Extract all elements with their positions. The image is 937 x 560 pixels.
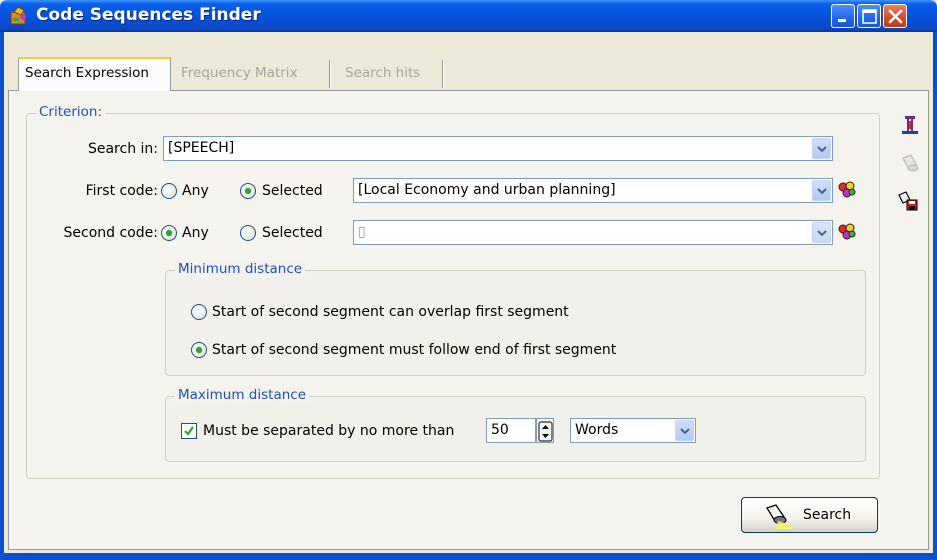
max-distance-unit-dropdown-button[interactable] <box>675 420 694 441</box>
search-in-value: [SPEECH] <box>168 140 235 156</box>
chevron-down-icon <box>680 428 690 435</box>
checkmark-icon <box>184 426 194 436</box>
tab-divider <box>442 60 444 88</box>
second-code-selected-radio[interactable] <box>240 225 256 241</box>
window-title: Code Sequences Finder <box>36 5 261 25</box>
first-code-selected-radio[interactable] <box>240 183 256 199</box>
app-icon <box>10 6 26 25</box>
search-in-combo[interactable]: [SPEECH] <box>163 136 833 161</box>
search-in-dropdown-button[interactable] <box>812 138 831 159</box>
window-frame-right <box>933 32 937 560</box>
color-codes-icon[interactable] <box>837 222 857 242</box>
tab-label: Frequency Matrix <box>181 65 298 81</box>
max-distance-unit-value: Words <box>575 422 619 438</box>
max-distance-checkbox-label: Must be separated by no more than <box>203 423 455 439</box>
minimum-distance-group: Minimum distance <box>165 261 866 376</box>
first-code-any-radio[interactable] <box>161 183 177 199</box>
second-code-selected-label: Selected <box>262 225 323 241</box>
minimize-button[interactable] <box>831 4 855 28</box>
tab-divider <box>329 60 331 88</box>
max-distance-unit-combo[interactable]: Words <box>570 418 696 443</box>
close-button[interactable] <box>883 4 907 28</box>
search-button[interactable]: Search <box>741 497 878 533</box>
max-distance-value: 50 <box>491 422 509 438</box>
tab-label: Search Expression <box>25 65 149 81</box>
chevron-down-icon <box>817 230 827 237</box>
minimize-icon <box>838 19 846 22</box>
first-code-value: [Local Economy and urban planning] <box>358 182 616 198</box>
max-distance-input[interactable]: 50 <box>486 418 536 443</box>
code-sequences-finder-window: Code Sequences Finder Search Expression … <box>0 0 937 560</box>
title-bar[interactable]: Code Sequences Finder <box>0 0 937 32</box>
chevron-down-icon <box>817 146 827 153</box>
min-distance-follow-radio[interactable] <box>191 342 207 358</box>
min-distance-overlap-label: Start of second segment can overlap firs… <box>212 304 569 320</box>
window-frame-left <box>0 32 4 560</box>
chevron-down-icon <box>817 188 827 195</box>
second-code-value: ▯ <box>358 224 366 240</box>
coded-segment-icon[interactable] <box>899 114 921 136</box>
spinner-icon <box>538 421 553 442</box>
second-code-any-radio[interactable] <box>161 225 177 241</box>
tab-frequency-matrix[interactable]: Frequency Matrix <box>175 59 325 90</box>
second-code-combo[interactable]: ▯ <box>353 220 833 245</box>
second-code-dropdown-button[interactable] <box>812 222 831 243</box>
min-distance-overlap-radio[interactable] <box>191 304 207 320</box>
search-button-label: Search <box>803 507 852 523</box>
maximize-icon <box>862 9 877 24</box>
maximize-button[interactable] <box>857 4 881 28</box>
window-frame-bottom <box>0 553 937 560</box>
search-in-label: Search in: <box>87 141 158 157</box>
second-code-any-label: Any <box>182 225 209 241</box>
second-code-label: Second code: <box>63 225 158 241</box>
criterion-group-label: Criterion: <box>36 104 105 120</box>
flashlight-save-icon[interactable] <box>897 190 919 212</box>
first-code-label: First code: <box>85 183 158 199</box>
min-distance-follow-label: Start of second segment must follow end … <box>212 342 617 358</box>
flashlight-icon <box>766 504 792 529</box>
flashlight-icon <box>902 154 919 172</box>
tab-search-hits[interactable]: Search hits <box>339 59 439 90</box>
first-code-dropdown-button[interactable] <box>812 180 831 201</box>
max-distance-spinner[interactable] <box>536 418 554 443</box>
first-code-selected-label: Selected <box>262 183 323 199</box>
tab-label: Search hits <box>345 65 421 81</box>
maximum-distance-group-label: Maximum distance <box>175 387 310 403</box>
close-icon <box>888 9 903 24</box>
color-codes-icon[interactable] <box>837 180 857 200</box>
first-code-combo[interactable]: [Local Economy and urban planning] <box>353 178 833 203</box>
first-code-any-label: Any <box>182 183 209 199</box>
minimum-distance-group-label: Minimum distance <box>175 261 306 277</box>
tab-search-expression[interactable]: Search Expression <box>18 57 171 91</box>
max-distance-checkbox[interactable] <box>181 423 197 439</box>
